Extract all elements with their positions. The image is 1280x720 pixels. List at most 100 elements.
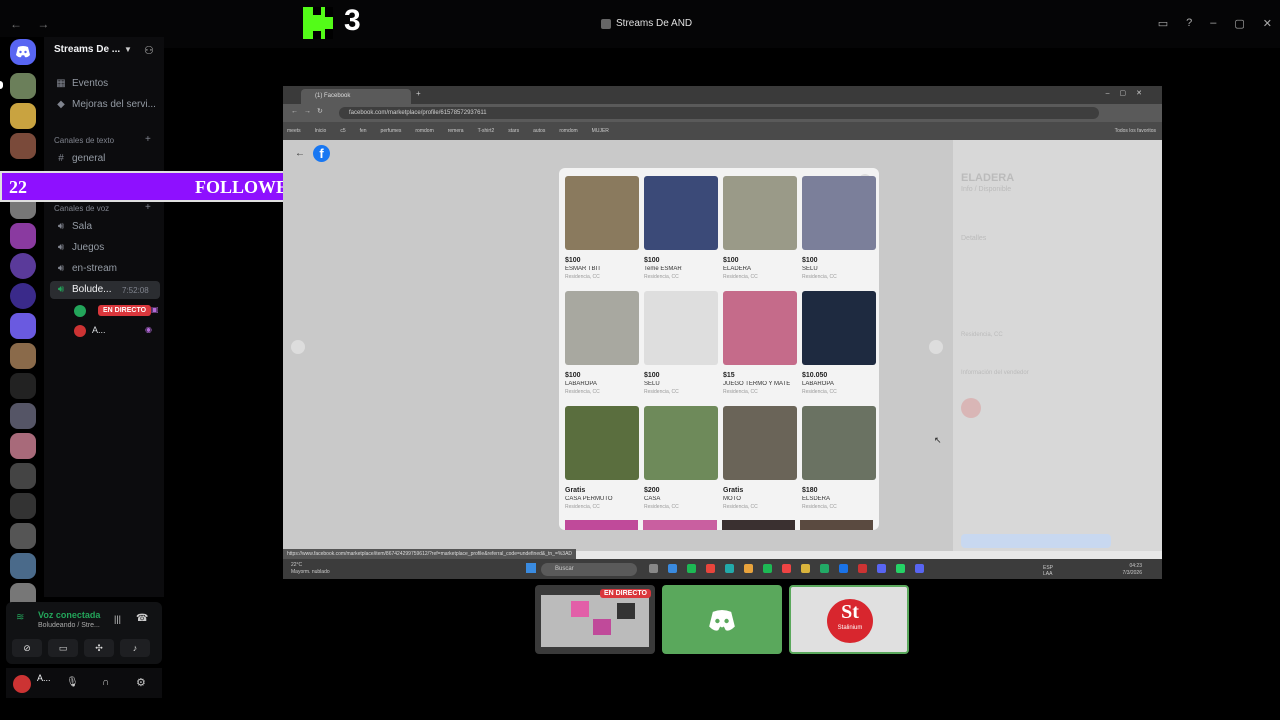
taskbar-app-icon[interactable]	[915, 564, 924, 573]
back-arrow-icon[interactable]: ←	[295, 148, 305, 159]
server-icon[interactable]	[10, 343, 36, 369]
taskbar-app-icon[interactable]	[782, 564, 791, 573]
disconnect-icon[interactable]: ☎	[136, 613, 148, 624]
listing-image[interactable]	[723, 176, 797, 250]
server-icon[interactable]	[10, 73, 36, 99]
send-message-button[interactable]	[961, 534, 1111, 548]
listing-card[interactable]: $100 Teme ESMAR Residencia, CC	[644, 176, 718, 280]
text-category[interactable]: Canales de texto	[54, 136, 114, 145]
taskbar-search[interactable]: Buscar	[541, 563, 637, 576]
bookmark-item[interactable]: romdom	[559, 128, 577, 134]
channel-general[interactable]: # general	[56, 153, 105, 164]
bookmark-item[interactable]: MUJER	[592, 128, 609, 134]
activities-button[interactable]: ✣	[84, 639, 114, 657]
windows-start-icon[interactable]	[526, 563, 536, 573]
listing-image[interactable]	[802, 176, 876, 250]
listing-card[interactable]: $200 CASA Residencia, CC	[644, 406, 718, 510]
next-arrow-icon[interactable]	[929, 340, 943, 354]
listing-image[interactable]	[802, 406, 876, 480]
server-icon[interactable]	[10, 133, 36, 159]
add-channel-icon[interactable]: +	[145, 202, 151, 213]
discord-participant-tile[interactable]	[662, 585, 782, 654]
bookmark-item[interactable]: Inicio	[315, 128, 327, 134]
listing-card[interactable]: $100 LABAROPA Residencia, CC	[565, 291, 639, 395]
server-icon[interactable]	[10, 223, 36, 249]
maximize-button[interactable]: ▢	[1234, 17, 1244, 30]
voice-category[interactable]: Canales de voz	[54, 204, 109, 213]
server-icon[interactable]	[10, 463, 36, 489]
taskbar-app-icon[interactable]	[725, 564, 734, 573]
listing-card[interactable]: $15 JUEGO TERMO Y MATE Residencia, CC	[723, 291, 797, 395]
listing-card[interactable]: $100 ELADERA Residencia, CC	[723, 176, 797, 280]
camera-off-button[interactable]: ⊘	[12, 639, 42, 657]
listing-card[interactable]: $100 SELU Residencia, CC	[644, 291, 718, 395]
listing-image[interactable]	[565, 406, 639, 480]
server-name[interactable]: Streams De ...	[54, 44, 120, 55]
taskbar-app-icon[interactable]	[763, 564, 772, 573]
bookmark-item[interactable]: fen	[360, 128, 367, 134]
avatar[interactable]	[74, 305, 86, 317]
chevron-down-icon[interactable]: ▼	[124, 45, 132, 54]
taskbar-app-icon[interactable]	[801, 564, 810, 573]
add-member-icon[interactable]: ⚇	[144, 44, 154, 57]
listing-card[interactable]: Gratis MOTO Residencia, CC	[723, 406, 797, 510]
listing-image[interactable]	[802, 291, 876, 365]
help-icon[interactable]: ?	[1186, 17, 1192, 30]
bookmark-item[interactable]: perfumes	[381, 128, 402, 134]
listing-card[interactable]: $100 SELU Residencia, CC	[802, 176, 876, 280]
server-icon[interactable]	[10, 493, 36, 519]
listing-card[interactable]: $100 ESMAR TBIT Residencia, CC	[565, 176, 639, 280]
bookmark-item[interactable]: meets	[287, 128, 301, 134]
voice-channel-path[interactable]: Boludeando / Stre...	[38, 622, 100, 629]
minimize-button[interactable]: –	[1210, 17, 1216, 30]
listing-image[interactable]	[644, 176, 718, 250]
taskbar-app-icon[interactable]	[687, 564, 696, 573]
screen-share-button[interactable]: ▭	[48, 639, 78, 657]
close-button[interactable]: ✕	[1263, 17, 1272, 30]
taskbar-app-icon[interactable]	[706, 564, 715, 573]
listing-image[interactable]	[565, 176, 639, 250]
taskbar-app-icon[interactable]	[858, 564, 867, 573]
bookmark-item[interactable]: T-shirt2	[478, 128, 495, 134]
listing-image[interactable]	[723, 291, 797, 365]
voice-channel-juegos[interactable]: 🔊︎ Juegos	[56, 242, 104, 253]
taskbar-app-icon[interactable]	[820, 564, 829, 573]
microphone-icon[interactable]: 🎙︎	[66, 677, 79, 688]
taskbar-app-icon[interactable]	[744, 564, 753, 573]
browser-tab[interactable]: (1) Facebook	[301, 89, 411, 104]
language-indicator[interactable]: ESP LAA	[1043, 565, 1063, 577]
taskbar-app-icon[interactable]	[896, 564, 905, 573]
stalinium-participant-tile[interactable]: St Stalinium	[789, 585, 909, 654]
bookmark-item[interactable]: stars	[508, 128, 519, 134]
browser-window-controls[interactable]: –▢✕	[1106, 89, 1152, 97]
weather-widget[interactable]: 22°C Mayorm. nublado	[291, 562, 330, 576]
avatar[interactable]	[13, 675, 31, 693]
add-channel-icon[interactable]: +	[145, 134, 151, 145]
avatar[interactable]	[74, 325, 86, 337]
listing-image[interactable]	[644, 406, 718, 480]
facebook-logo-icon[interactable]: f	[313, 145, 330, 162]
server-icon[interactable]	[10, 253, 36, 279]
listing-image[interactable]	[565, 291, 639, 365]
server-icon[interactable]	[10, 553, 36, 579]
discord-home-icon[interactable]	[10, 39, 36, 65]
browser-nav-icons[interactable]: ←→↻	[291, 107, 329, 115]
server-icon[interactable]	[10, 433, 36, 459]
all-bookmarks[interactable]: Todos los favoritos	[1115, 128, 1156, 134]
soundboard-button[interactable]: ♪	[120, 639, 150, 657]
bookmark-item[interactable]: c5	[340, 128, 345, 134]
noise-suppression-icon[interactable]: |||	[114, 614, 121, 624]
server-icon[interactable]	[10, 103, 36, 129]
server-icon[interactable]	[10, 403, 36, 429]
boosts-item[interactable]: ◆ Mejoras del servi...	[56, 99, 156, 110]
member-name[interactable]: A...	[92, 325, 106, 335]
bookmark-item[interactable]: remera	[448, 128, 464, 134]
inbox-icon[interactable]: ▭	[1158, 17, 1168, 30]
listing-card[interactable]: $180 ELSDERA Residencia, CC	[802, 406, 876, 510]
voice-channel-sala[interactable]: 🔊︎ Sala	[56, 221, 92, 232]
active-channel-row[interactable]: 🔊︎ Bolude...	[56, 284, 112, 295]
taskbar-clock[interactable]: 04:23 7/3/2026	[1123, 563, 1142, 577]
events-item[interactable]: ▦ Eventos	[56, 78, 108, 89]
listing-image[interactable]	[723, 406, 797, 480]
new-tab-icon[interactable]: +	[416, 89, 421, 98]
